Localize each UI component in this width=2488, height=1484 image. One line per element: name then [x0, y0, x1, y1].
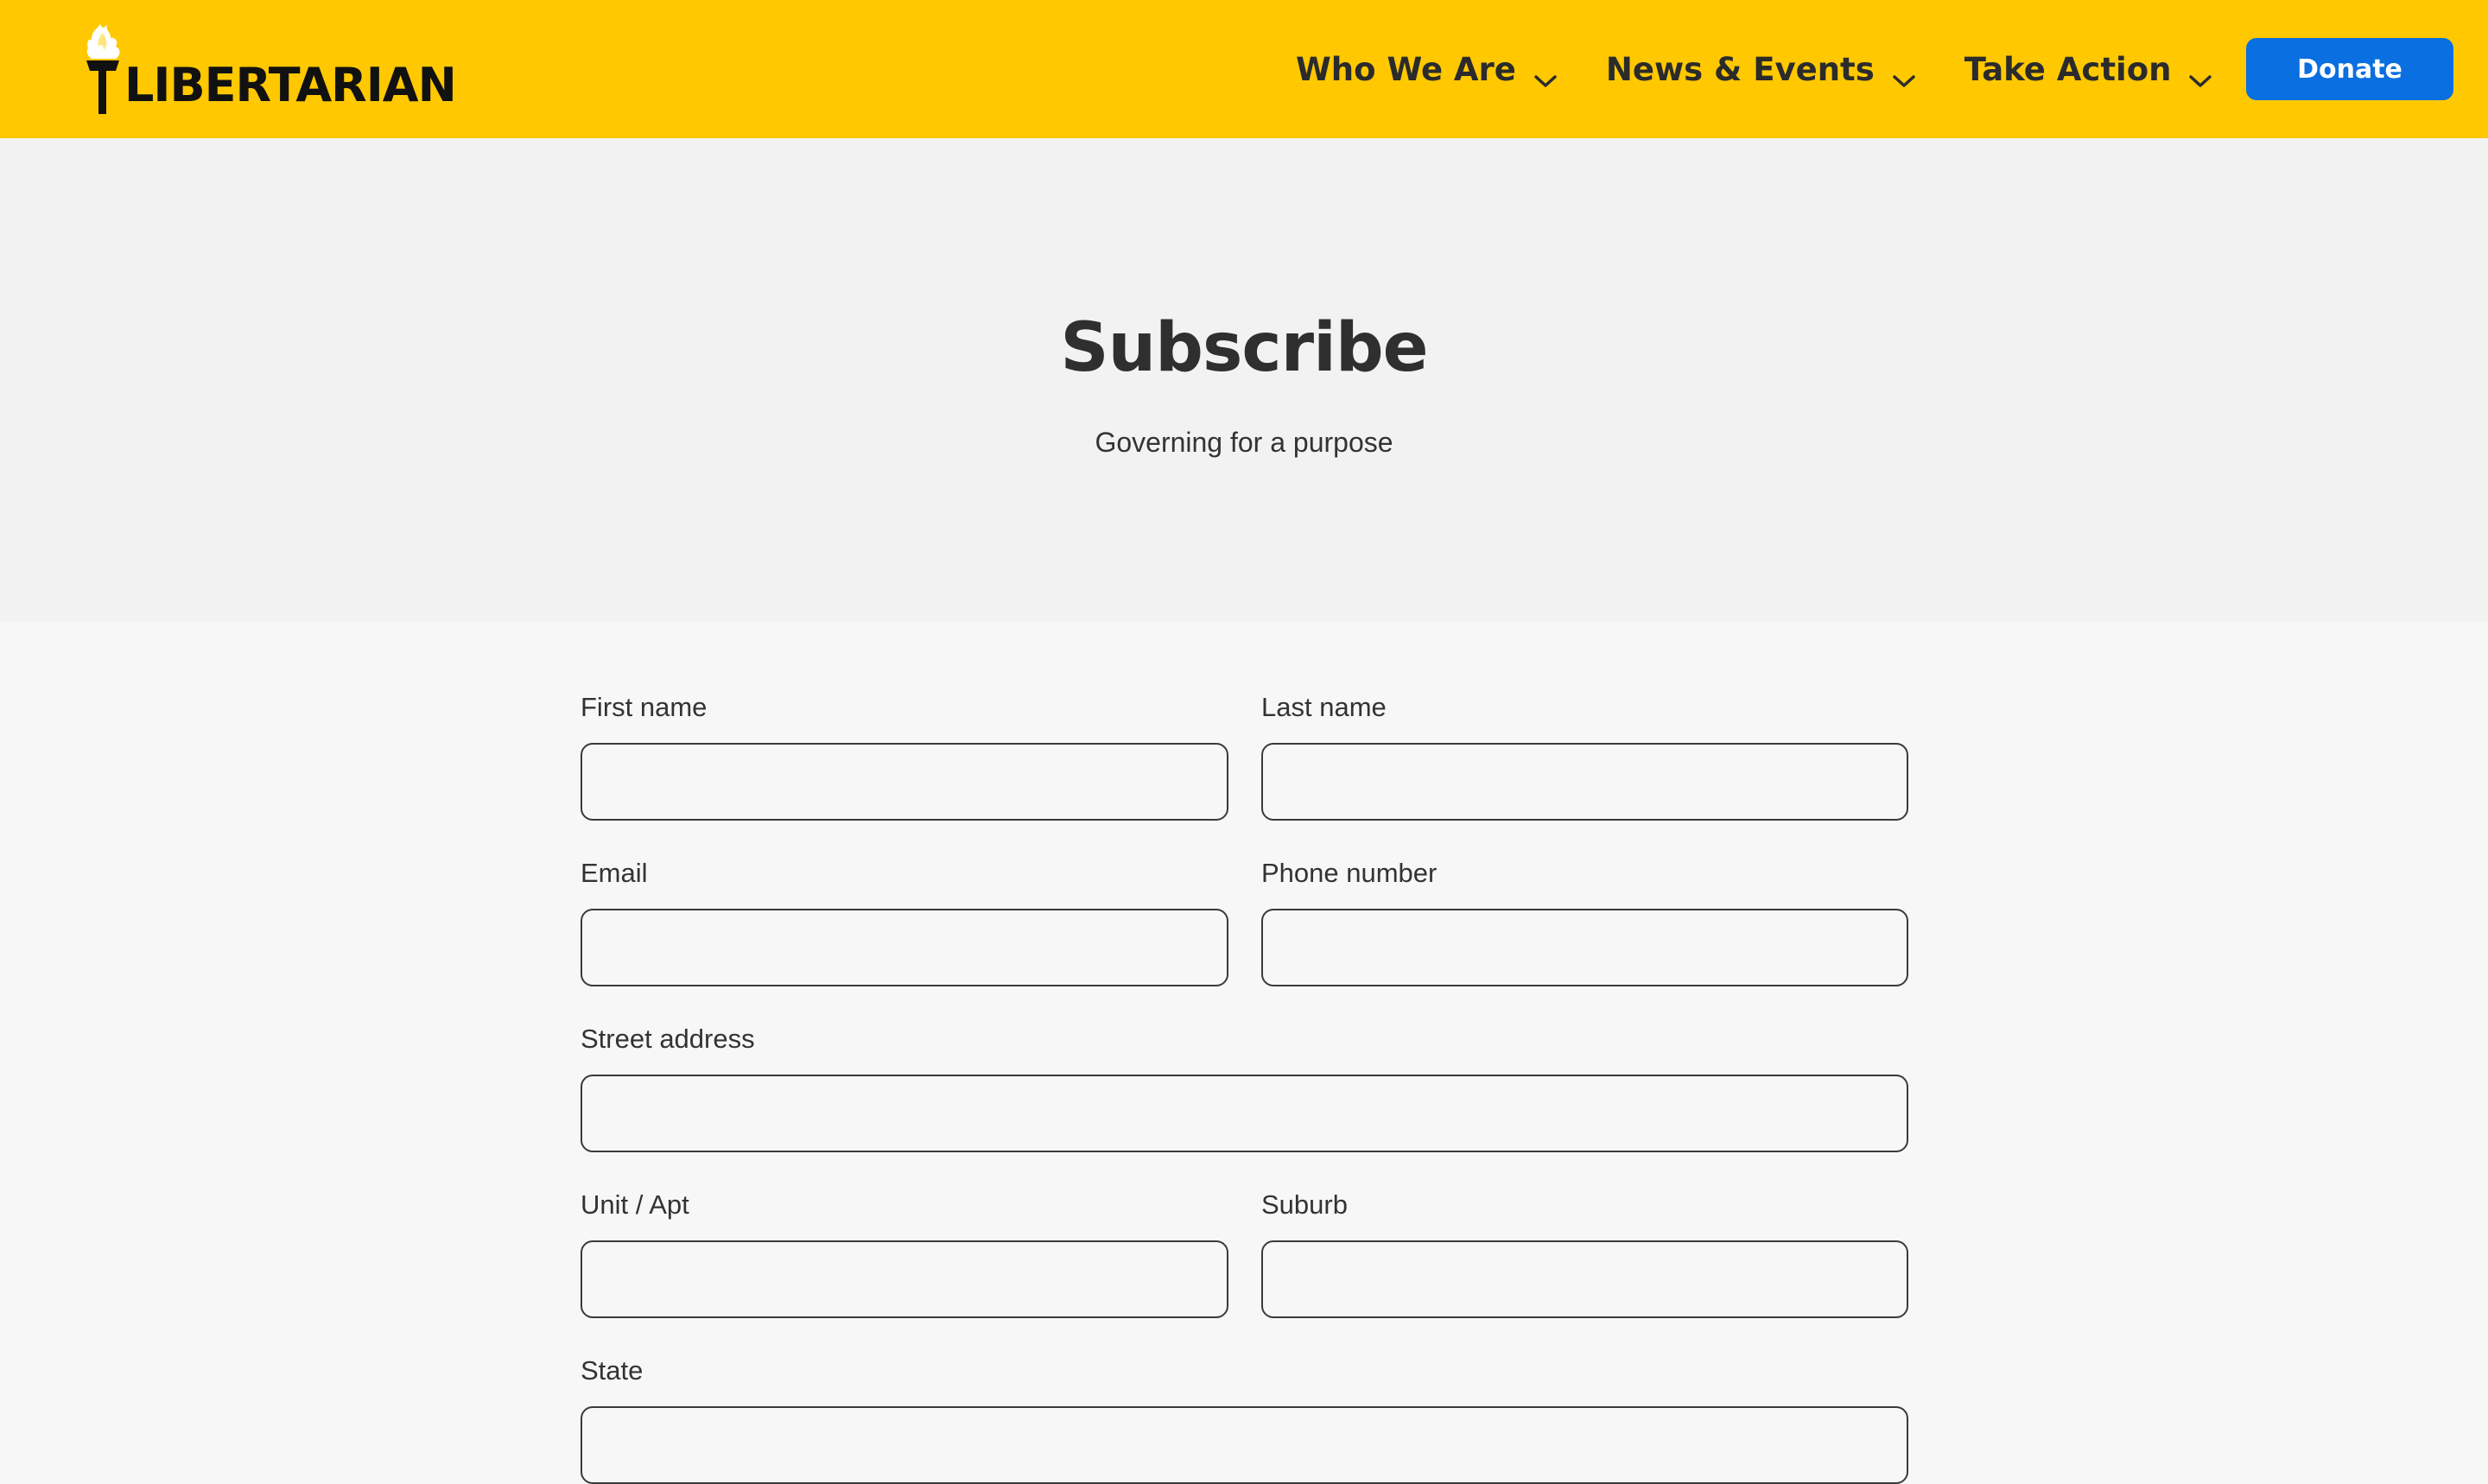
phone-input[interactable] — [1261, 909, 1908, 986]
unit-label: Unit / Apt — [581, 1189, 689, 1220]
street-address-field-group: Street address — [581, 1019, 1908, 1152]
nav-item-label: Who We Are — [1296, 50, 1516, 88]
page-title: Subscribe — [1060, 309, 1428, 387]
email-field-group: Email — [581, 853, 1228, 986]
nav-item-take-action[interactable]: Take Action — [1964, 51, 2213, 88]
email-label: Email — [581, 858, 648, 888]
donate-button[interactable]: Donate — [2246, 38, 2453, 100]
main-nav: Who We Are News & Events Take Action — [1296, 0, 2261, 138]
chevron-down-icon — [1892, 60, 1916, 87]
nav-item-news-events[interactable]: News & Events — [1606, 51, 1916, 88]
state-field-group: State — [581, 1351, 1908, 1484]
suburb-label: Suburb — [1261, 1189, 1348, 1220]
nav-item-who-we-are[interactable]: Who We Are — [1296, 51, 1558, 88]
phone-field-group: Phone number — [1261, 853, 1908, 986]
first-name-label: First name — [581, 692, 708, 722]
phone-label: Phone number — [1261, 858, 1438, 888]
last-name-label: Last name — [1261, 692, 1387, 722]
last-name-field-group: Last name — [1261, 688, 1908, 821]
email-input[interactable] — [581, 909, 1228, 986]
nav-item-label: News & Events — [1605, 50, 1875, 88]
logo-text: LIBERTARIAN — [124, 58, 457, 112]
street-address-label: Street address — [581, 1024, 755, 1054]
unit-field-group: Unit / Apt — [581, 1185, 1228, 1318]
site-header: LIBERTARIAN Who We Are News & Events Tak… — [0, 0, 2488, 138]
state-input[interactable] — [581, 1406, 1908, 1484]
suburb-field-group: Suburb — [1261, 1185, 1908, 1318]
site-logo[interactable]: LIBERTARIAN — [81, 21, 457, 117]
hero: Subscribe Governing for a purpose — [0, 138, 2488, 622]
suburb-input[interactable] — [1261, 1240, 1908, 1318]
chevron-down-icon — [2188, 60, 2212, 87]
street-address-input[interactable] — [581, 1075, 1908, 1152]
torch-icon — [81, 21, 124, 117]
unit-input[interactable] — [581, 1240, 1228, 1318]
first-name-field-group: First name — [581, 688, 1228, 821]
state-label: State — [581, 1355, 644, 1386]
last-name-input[interactable] — [1261, 743, 1908, 821]
subscribe-form: First name Last name Email Phone number … — [581, 622, 1908, 1484]
page-subtitle: Governing for a purpose — [1095, 427, 1393, 458]
first-name-input[interactable] — [581, 743, 1228, 821]
nav-item-label: Take Action — [1964, 50, 2172, 88]
chevron-down-icon — [1533, 60, 1558, 87]
